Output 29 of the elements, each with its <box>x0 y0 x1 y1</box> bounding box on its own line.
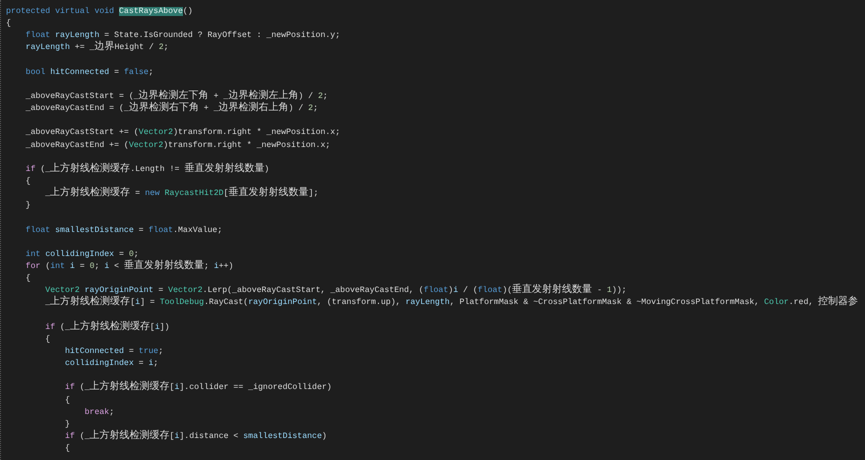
code-line: if (_上方射线检测缓存[i]) <box>44 322 171 334</box>
code-line: _aboveRayCastStart += (Vector2)transform.right * _newPosition.x; <box>24 127 342 140</box>
code-line: protected virtual void CastRaysAbove() <box>6 6 194 18</box>
code-line: { <box>24 176 32 188</box>
code-line: _aboveRayCastEnd = (_边界检测右下角 + _边界检测右上角) / 2; <box>24 103 319 116</box>
code-line: float rayLength = State.IsGrounded ? RayOffset : _newPosition.y; <box>24 30 342 40</box>
code-line: _aboveRayCastStart = (_边界检测左下角 + _边界检测左上角) / 2; <box>24 90 329 102</box>
code-line: for (int i = 0; i < 垂直发射射线数量; i++) <box>24 260 234 274</box>
code-line: rayLength += _边界Height / 2; <box>24 42 170 55</box>
code-line: int collidingIndex = 0; <box>24 248 140 260</box>
code-line: if (_上方射线检测缓存[i].distance < smallestDistance) <box>64 430 328 444</box>
code-line: _aboveRayCastEnd += (Vector2)transform.right * _newPosition.x; <box>24 140 332 152</box>
code-line: hitConnected = true; <box>64 346 164 358</box>
code-line: bool hitConnected = false; <box>24 66 154 79</box>
code-line: break; <box>84 406 116 419</box>
code-line: { <box>64 443 71 456</box>
code-line: { <box>6 18 12 30</box>
code-line: float smallestDistance = float.MaxValue; <box>24 224 224 237</box>
code-line: _上方射线检测缓存[i] = ToolDebug.RayCast(rayOriginPoint, (transform.up), rayLength, PlatformMask & ~CrossPlatformMask & ~MovingCrossPlatformMask, Color.red, 控制器参 <box>44 297 860 310</box>
code-line: collidingIndex = i; <box>64 358 160 370</box>
code-line: if (_上方射线检测缓存[i].collider == _ignoredCollider) <box>64 382 333 394</box>
code-line: } <box>24 200 32 212</box>
code-line: } <box>64 418 71 431</box>
code-line: _上方射线检测缓存 = new RaycastHit2D[垂直发射射线数量]; <box>44 188 320 200</box>
code-line: { <box>24 273 32 286</box>
code-line: { <box>64 394 71 406</box>
code-line: Vector2 rayOriginPoint = Vector2.Lerp(_aboveRayCastStart, _aboveRayCastEnd, (float)i / (float)(垂直发射射线数量 - 1)); <box>44 285 628 296</box>
code-line: { <box>44 334 52 346</box>
code-line: if (_上方射线检测缓存.Length != 垂直发射射线数量) <box>24 164 270 176</box>
